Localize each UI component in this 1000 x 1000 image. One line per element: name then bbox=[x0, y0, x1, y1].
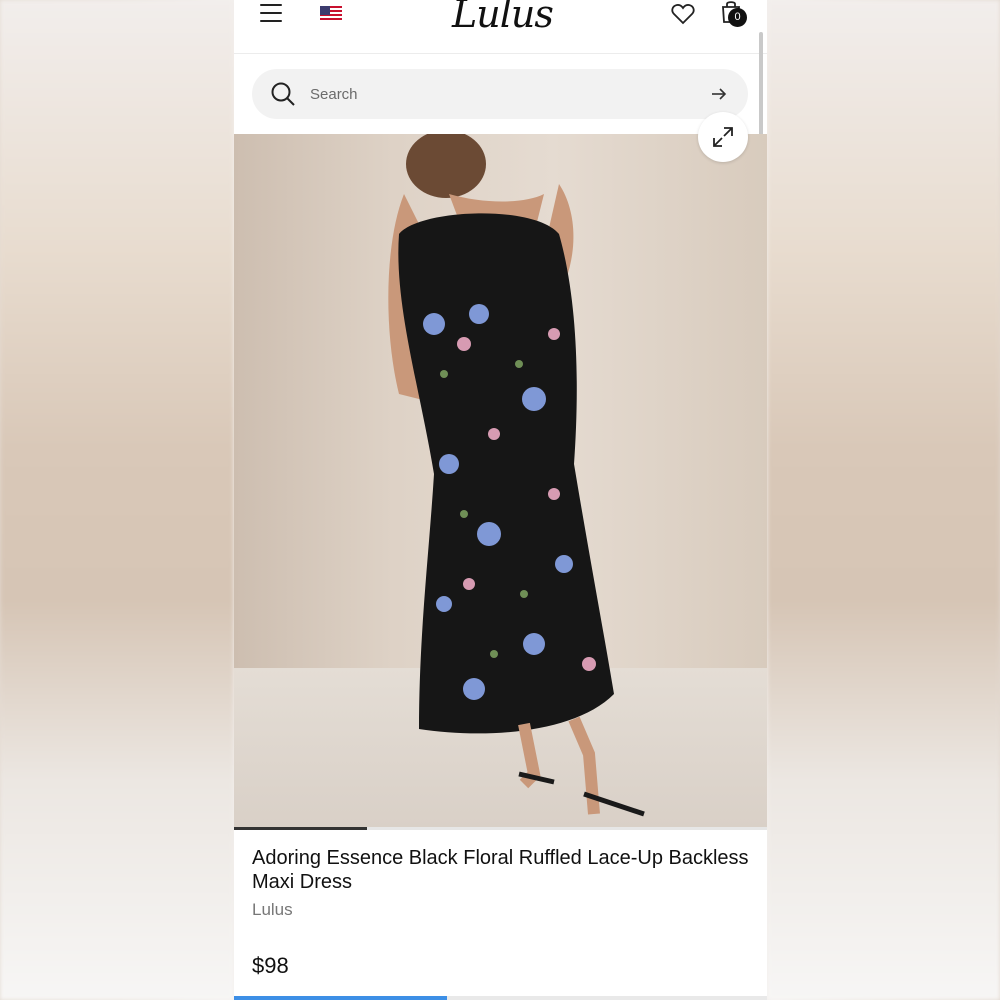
product-price: $98 bbox=[252, 953, 289, 978]
image-carousel-progress bbox=[234, 827, 767, 830]
top-navigation-bar: Lulus 0 bbox=[234, 0, 767, 54]
background-right bbox=[767, 0, 1000, 1000]
product-image[interactable] bbox=[234, 134, 767, 828]
expand-icon bbox=[713, 127, 733, 147]
carousel-progress-fill bbox=[234, 827, 368, 830]
menu-icon[interactable] bbox=[260, 4, 282, 22]
background-left bbox=[0, 0, 234, 1000]
product-brand[interactable]: Lulus bbox=[252, 900, 293, 920]
search-icon bbox=[271, 82, 295, 106]
heart-icon[interactable] bbox=[671, 3, 695, 25]
lulus-logo[interactable]: Lulus bbox=[452, 0, 554, 40]
mobile-viewport: Lulus 0 Search Adoring Essence Black Flo… bbox=[234, 0, 767, 1000]
page-loading-bar bbox=[234, 996, 767, 1000]
page-loading-fill bbox=[234, 996, 448, 1000]
dress-illustration bbox=[388, 134, 645, 817]
search-bar[interactable] bbox=[252, 69, 748, 119]
product-title: Adoring Essence Black Floral Ruffled Lac… bbox=[252, 847, 749, 893]
expand-image-button[interactable] bbox=[698, 112, 748, 162]
search-input[interactable] bbox=[310, 81, 690, 107]
cart-count-badge[interactable]: 0 bbox=[728, 8, 747, 27]
us-flag-icon[interactable] bbox=[320, 6, 342, 22]
arrow-right-icon[interactable] bbox=[710, 85, 728, 103]
